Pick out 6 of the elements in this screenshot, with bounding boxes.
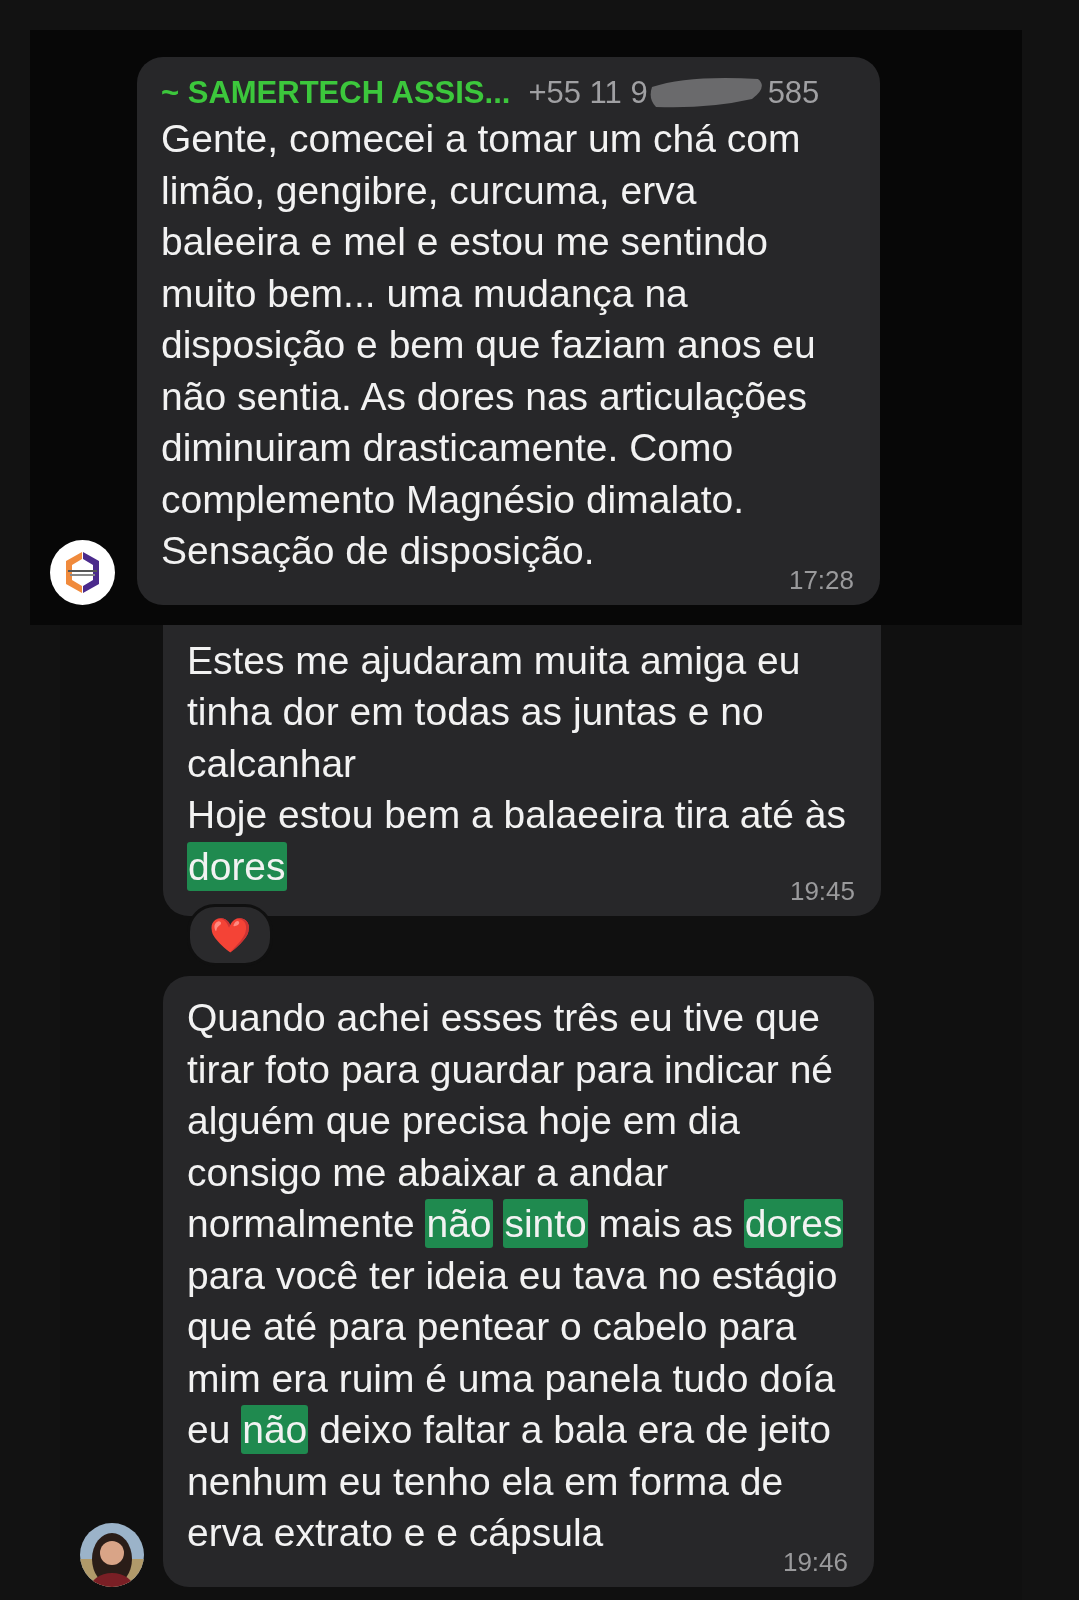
- reaction[interactable]: ❤: [187, 904, 273, 966]
- message-time: 19:45: [789, 876, 855, 906]
- sender-phone: 585: [767, 75, 820, 111]
- sender-name[interactable]: ~ SAMERTECH ASSIS...: [161, 75, 511, 111]
- sender-phone: +55 11 9: [528, 75, 648, 111]
- logo-avatar: [50, 539, 115, 605]
